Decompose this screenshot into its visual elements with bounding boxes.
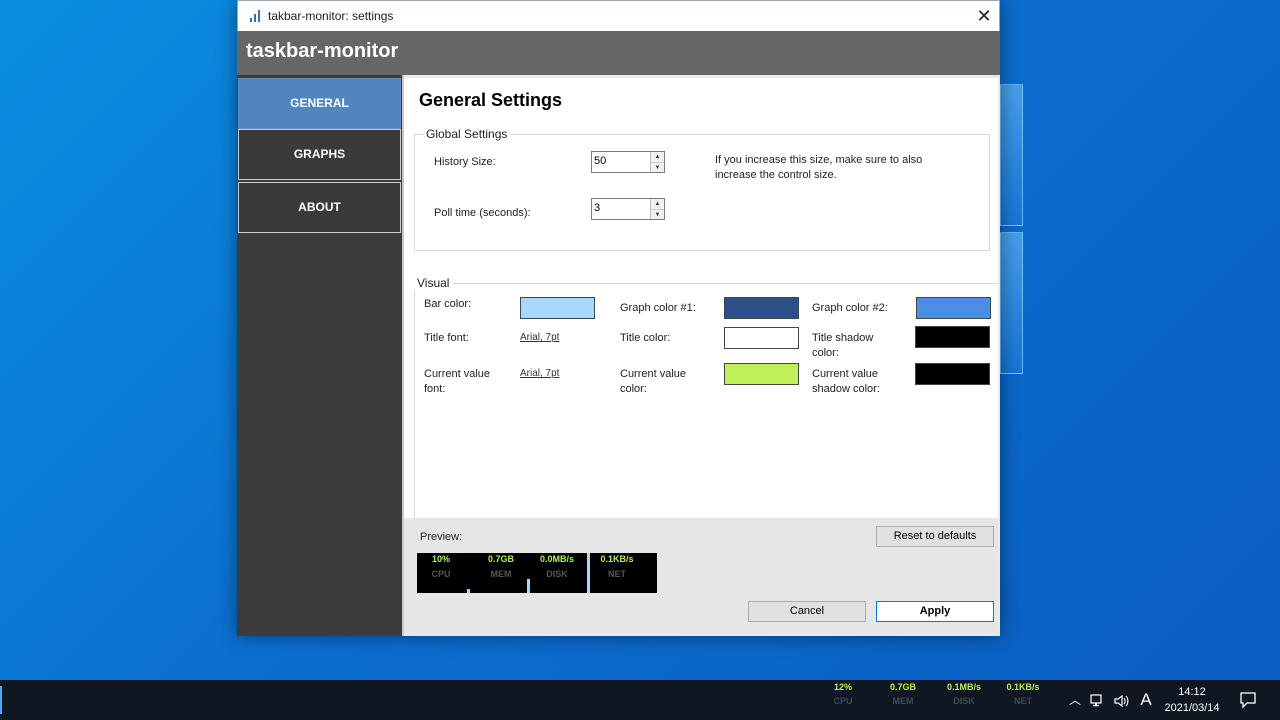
title-color-swatch[interactable] [724, 327, 799, 349]
bar-color-swatch[interactable] [520, 297, 595, 319]
close-icon[interactable]: ✕ [969, 1, 999, 31]
visual-group [414, 283, 998, 518]
taskbar-cpu-title: CPU [833, 696, 853, 706]
taskbar-net-value: 0.1KB/s [1006, 682, 1040, 692]
taskbar-mem-value: 0.7GB [889, 682, 916, 692]
preview-cpu-title: CPU [431, 569, 451, 579]
desktop-light-pane [1000, 84, 1023, 226]
preview-disk-title: DISK [546, 569, 568, 579]
taskbar-clock[interactable]: 14:12 2021/03/14 [1160, 684, 1224, 716]
taskbar-net-monitor[interactable]: 0.1KB/s NET [994, 680, 1052, 720]
current-value-color-swatch[interactable] [724, 363, 799, 385]
preview-mem: 0.7GB MEM [477, 553, 534, 593]
title-shadow-color-swatch[interactable] [915, 326, 990, 348]
bar-chart-icon [250, 10, 262, 22]
sidebar-item-graphs[interactable]: GRAPHS [238, 129, 401, 180]
taskbar-net-title: NET [1014, 696, 1032, 706]
title-font-label: Title font: [424, 332, 469, 344]
app-brand: taskbar-monitor [246, 40, 399, 62]
settings-window: takbar-monitor: settings ✕ taskbar-monit… [237, 0, 1000, 636]
graph-color-2-swatch[interactable] [916, 297, 991, 319]
spin-up-icon[interactable]: ▲ [651, 199, 664, 209]
current-value-color-label: Current value color: [620, 368, 687, 395]
app-header: taskbar-monitor [237, 31, 1000, 75]
poll-time-value[interactable]: 3 [594, 202, 600, 214]
preview-cpu: 10% CPU [417, 553, 474, 593]
preview-disk-bar [587, 553, 590, 593]
window-titlebar[interactable]: takbar-monitor: settings ✕ [237, 0, 1000, 31]
graph-color-1-swatch[interactable] [724, 297, 799, 319]
global-settings-legend: Global Settings [423, 127, 511, 141]
bar-color-label: Bar color: [424, 298, 472, 310]
spin-down-icon[interactable]: ▼ [651, 162, 664, 172]
settings-panel: General Settings Global Settings History… [404, 78, 998, 633]
preview-net-value: 0.1KB/s [600, 554, 634, 564]
taskbar-disk-value: 0.1MB/s [946, 682, 981, 692]
apply-button[interactable]: Apply [876, 601, 994, 622]
spin-down-icon[interactable]: ▼ [651, 209, 664, 219]
taskbar-mem-monitor[interactable]: 0.7GB MEM [874, 680, 932, 720]
preview-disk: 0.0MB/s DISK [533, 553, 590, 593]
visual-legend: Visual [414, 276, 453, 290]
desktop-light-pane [1000, 232, 1023, 374]
preview-mem-bar [527, 579, 530, 593]
taskbar-mem-title: MEM [892, 696, 914, 706]
taskbar-cpu-value: 12% [833, 682, 852, 692]
current-value-shadow-color-label: Current value shadow color: [812, 368, 880, 395]
clock-time: 14:12 [1178, 686, 1206, 698]
sidebar: GENERAL GRAPHS ABOUT [237, 75, 402, 636]
reset-defaults-button[interactable]: Reset to defaults [876, 526, 994, 547]
current-value-font-link[interactable]: Arial, 7pt [520, 368, 559, 379]
settings-content: General Settings Global Settings History… [402, 75, 1000, 636]
preview-mem-value: 0.7GB [487, 554, 514, 564]
preview-net-title: NET [608, 569, 626, 579]
preview-label: Preview: [420, 531, 463, 543]
current-value-shadow-color-swatch[interactable] [915, 363, 990, 385]
preview-mem-title: MEM [490, 569, 512, 579]
page-title: General Settings [419, 90, 563, 110]
sidebar-item-general[interactable]: GENERAL [238, 78, 401, 129]
global-settings-group [414, 134, 990, 251]
title-color-label: Title color: [620, 332, 671, 344]
spin-up-icon[interactable]: ▲ [651, 152, 664, 162]
title-font-link[interactable]: Arial, 7pt [520, 332, 559, 343]
preview-cpu-value: 10% [431, 554, 450, 564]
history-size-note: If you increase this size, make sure to … [715, 154, 923, 181]
title-shadow-color-label: Title shadow color: [812, 332, 874, 359]
taskbar-disk-title: DISK [953, 696, 975, 706]
poll-time-label: Poll time (seconds): [434, 207, 531, 219]
ime-icon[interactable]: A [1136, 680, 1156, 720]
graph-color-2-label: Graph color #2: [812, 302, 888, 314]
notification-icon[interactable] [1236, 680, 1260, 720]
network-icon[interactable] [1088, 680, 1108, 720]
taskbar-disk-monitor[interactable]: 0.1MB/s DISK [935, 680, 993, 720]
preview-net: 0.1KB/s NET [593, 553, 650, 593]
taskbar-cpu-monitor[interactable]: 12% CPU [814, 680, 872, 720]
taskbar: 12% CPU 0.7GB MEM 0.1MB/s DISK 0.1KB/s N… [0, 680, 1280, 720]
history-size-stepper[interactable]: 50 ▲ ▼ [591, 151, 665, 173]
history-size-value[interactable]: 50 [594, 155, 606, 167]
poll-time-stepper[interactable]: 3 ▲ ▼ [591, 198, 665, 220]
preview-disk-value: 0.0MB/s [539, 554, 574, 564]
preview-cpu-bar [467, 589, 470, 593]
current-value-font-label: Current value font: [424, 368, 491, 395]
preview-monitor: 10% CPU 0.7GB MEM 0.0MB/s DISK 0.1KB/s N… [417, 553, 657, 593]
start-edge-indicator [0, 686, 2, 714]
window-title: takbar-monitor: settings [268, 9, 394, 23]
history-size-label: History Size: [434, 156, 496, 168]
cancel-button[interactable]: Cancel [748, 601, 866, 622]
chevron-up-icon[interactable]: ︿ [1066, 680, 1084, 720]
sidebar-item-about[interactable]: ABOUT [238, 182, 401, 233]
volume-icon[interactable] [1112, 680, 1132, 720]
graph-color-1-label: Graph color #1: [620, 302, 696, 314]
clock-date: 2021/03/14 [1164, 702, 1220, 714]
